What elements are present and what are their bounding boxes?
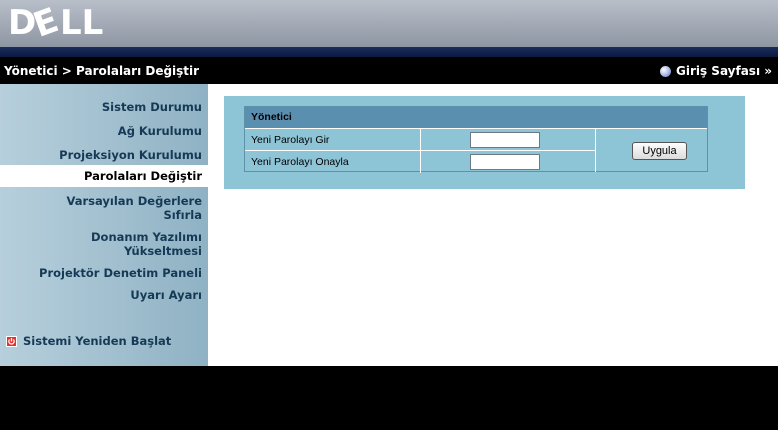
password-form: Yönetici Yeni Parolayı Gir Yeni Parolayı… [244,106,708,173]
apply-button[interactable]: Uygula [632,142,687,160]
new-password-input[interactable] [470,132,540,148]
main-content: Yönetici Yeni Parolayı Gir Yeni Parolayı… [208,84,778,366]
footer [0,366,778,430]
home-link[interactable]: Giriş Sayfası » [659,64,772,78]
header: D E LL [0,0,778,47]
power-icon [6,335,17,347]
confirm-password-row: Yeni Parolayı Onayla [245,150,595,173]
restart-label: Sistemi Yeniden Başlat [23,334,172,348]
restart-system-button[interactable]: Sistemi Yeniden Başlat [6,334,171,348]
sidebar-item-firmware-update[interactable]: Donanım Yazılımı Yükseltmesi [52,230,202,258]
home-link-label: Giriş Sayfası » [675,64,772,78]
dell-logo: D E LL [8,4,103,40]
confirm-password-label: Yeni Parolayı Onayla [251,156,349,168]
sidebar-item-system-status[interactable]: Sistem Durumu [102,100,202,114]
svg-text:LL: LL [60,4,103,40]
divider [420,129,421,151]
apply-cell: Uygula [595,128,707,172]
confirm-password-input[interactable] [470,154,540,170]
header-band [0,47,778,57]
globe-icon [659,65,671,77]
sidebar-item-alert-settings[interactable]: Uyarı Ayarı [130,288,202,302]
title-bar: Yönetici > Parolaları Değiştir Giriş Say… [0,57,778,84]
sidebar-item-factory-reset[interactable]: Varsayılan Değerlere Sıfırla [52,194,202,222]
breadcrumb: Yönetici > Parolaları Değiştir [4,64,200,78]
sidebar-item-control-panel[interactable]: Projektör Denetim Paneli [39,266,202,280]
sidebar-item-change-passwords[interactable]: Parolaları Değiştir [0,165,208,187]
sidebar: Sistem Durumu Ağ Kurulumu Projeksiyon Ku… [0,84,208,366]
new-password-label: Yeni Parolayı Gir [251,134,330,146]
sidebar-item-network-setup[interactable]: Ağ Kurulumu [118,124,202,138]
sidebar-item-projection-setup[interactable]: Projeksiyon Kurulumu [59,148,202,162]
new-password-row: Yeni Parolayı Gir [245,128,595,151]
sidebar-item-label: Parolaları Değiştir [84,169,202,183]
form-header: Yönetici [245,107,707,128]
divider [420,151,421,173]
